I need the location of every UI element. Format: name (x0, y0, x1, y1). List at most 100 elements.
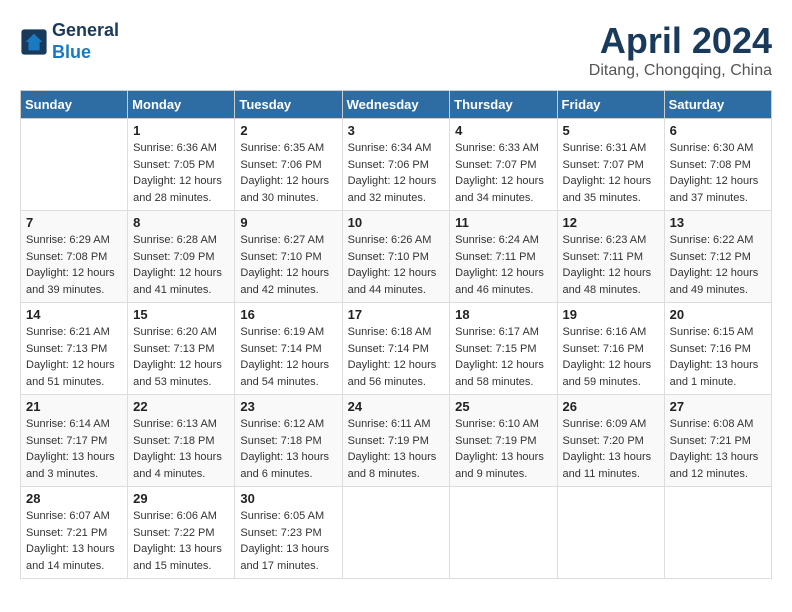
col-header-wednesday: Wednesday (342, 91, 450, 119)
day-cell: 9Sunrise: 6:27 AM Sunset: 7:10 PM Daylig… (235, 211, 342, 303)
day-number: 14 (26, 307, 122, 322)
day-cell: 3 Sunrise: 6:34 AM Sunset: 7:06 PM Daylig… (342, 119, 450, 211)
day-info: Sunrise: 6:21 AM Sunset: 7:13 PM Dayligh… (26, 324, 122, 390)
day-info: Sunrise: 6:22 AM Sunset: 7:12 PM Dayligh… (670, 232, 766, 298)
day-cell: 8 Sunrise: 6:28 AM Sunset: 7:09 PM Daylig… (128, 211, 235, 303)
day-info: Sunrise: 6:10 AM Sunset: 7:19 PM Dayligh… (455, 416, 551, 482)
title-block: April 2024 Ditang, Chongqing, China (589, 20, 772, 80)
day-number: 4 (455, 123, 551, 138)
day-cell (342, 487, 450, 579)
day-cell: 17 Sunrise: 6:18 AM Sunset: 7:14 PM Dayli… (342, 303, 450, 395)
day-cell (450, 487, 557, 579)
day-info: Sunrise: 6:20 AM Sunset: 7:13 PM Dayligh… (133, 324, 229, 390)
col-header-saturday: Saturday (664, 91, 771, 119)
day-info: Sunrise: 6:17 AM Sunset: 7:15 PM Dayligh… (455, 324, 551, 390)
day-cell (21, 119, 128, 211)
day-info: Sunrise: 6:09 AM Sunset: 7:20 PM Dayligh… (563, 416, 659, 482)
day-number: 21 (26, 399, 122, 414)
day-info: Sunrise: 6:27 AM Sunset: 7:10 PM Dayligh… (240, 232, 336, 298)
day-number: 15 (133, 307, 229, 322)
day-cell: 28Sunrise: 6:07 AM Sunset: 7:21 PM Dayli… (21, 487, 128, 579)
day-cell (557, 487, 664, 579)
day-cell: 22 Sunrise: 6:13 AM Sunset: 7:18 PM Dayli… (128, 395, 235, 487)
day-info: Sunrise: 6:36 AM Sunset: 7:05 PM Dayligh… (133, 140, 229, 206)
day-number: 19 (563, 307, 659, 322)
logo-text-line2: Blue (52, 42, 119, 64)
day-number: 10 (348, 215, 445, 230)
day-cell: 20Sunrise: 6:15 AM Sunset: 7:16 PM Dayli… (664, 303, 771, 395)
col-header-thursday: Thursday (450, 91, 557, 119)
day-number: 16 (240, 307, 336, 322)
logo-icon (20, 28, 48, 56)
day-info: Sunrise: 6:06 AM Sunset: 7:22 PM Dayligh… (133, 508, 229, 574)
day-info: Sunrise: 6:13 AM Sunset: 7:18 PM Dayligh… (133, 416, 229, 482)
day-number: 2 (240, 123, 336, 138)
day-cell: 24Sunrise: 6:11 AM Sunset: 7:19 PM Dayli… (342, 395, 450, 487)
location-subtitle: Ditang, Chongqing, China (589, 62, 772, 80)
day-cell: 2 Sunrise: 6:35 AM Sunset: 7:06 PM Daylig… (235, 119, 342, 211)
week-row-4: 21 Sunrise: 6:14 AM Sunset: 7:17 PM Dayli… (21, 395, 772, 487)
day-cell: 25 Sunrise: 6:10 AM Sunset: 7:19 PM Dayli… (450, 395, 557, 487)
day-cell: 13Sunrise: 6:22 AM Sunset: 7:12 PM Dayli… (664, 211, 771, 303)
day-info: Sunrise: 6:35 AM Sunset: 7:06 PM Dayligh… (240, 140, 336, 206)
day-info: Sunrise: 6:07 AM Sunset: 7:21 PM Dayligh… (26, 508, 122, 574)
day-cell: 10 Sunrise: 6:26 AM Sunset: 7:10 PM Dayli… (342, 211, 450, 303)
day-number: 7 (26, 215, 122, 230)
day-number: 25 (455, 399, 551, 414)
col-header-friday: Friday (557, 91, 664, 119)
day-info: Sunrise: 6:14 AM Sunset: 7:17 PM Dayligh… (26, 416, 122, 482)
day-cell: 16 Sunrise: 6:19 AM Sunset: 7:14 PM Dayli… (235, 303, 342, 395)
day-info: Sunrise: 6:30 AM Sunset: 7:08 PM Dayligh… (670, 140, 766, 206)
day-cell: 23 Sunrise: 6:12 AM Sunset: 7:18 PM Dayli… (235, 395, 342, 487)
col-header-tuesday: Tuesday (235, 91, 342, 119)
col-header-monday: Monday (128, 91, 235, 119)
day-cell: 26Sunrise: 6:09 AM Sunset: 7:20 PM Dayli… (557, 395, 664, 487)
month-title: April 2024 (589, 20, 772, 62)
day-info: Sunrise: 6:05 AM Sunset: 7:23 PM Dayligh… (240, 508, 336, 574)
day-info: Sunrise: 6:31 AM Sunset: 7:07 PM Dayligh… (563, 140, 659, 206)
day-number: 17 (348, 307, 445, 322)
day-cell: 27Sunrise: 6:08 AM Sunset: 7:21 PM Dayli… (664, 395, 771, 487)
day-cell: 7 Sunrise: 6:29 AM Sunset: 7:08 PM Daylig… (21, 211, 128, 303)
day-info: Sunrise: 6:19 AM Sunset: 7:14 PM Dayligh… (240, 324, 336, 390)
day-number: 30 (240, 491, 336, 506)
day-cell: 4 Sunrise: 6:33 AM Sunset: 7:07 PM Daylig… (450, 119, 557, 211)
day-cell (664, 487, 771, 579)
day-info: Sunrise: 6:12 AM Sunset: 7:18 PM Dayligh… (240, 416, 336, 482)
day-number: 12 (563, 215, 659, 230)
day-info: Sunrise: 6:24 AM Sunset: 7:11 PM Dayligh… (455, 232, 551, 298)
day-cell: 6 Sunrise: 6:30 AM Sunset: 7:08 PM Daylig… (664, 119, 771, 211)
logo: General Blue (20, 20, 119, 63)
week-row-2: 7 Sunrise: 6:29 AM Sunset: 7:08 PM Daylig… (21, 211, 772, 303)
col-header-sunday: Sunday (21, 91, 128, 119)
day-cell: 19 Sunrise: 6:16 AM Sunset: 7:16 PM Dayli… (557, 303, 664, 395)
day-cell: 21 Sunrise: 6:14 AM Sunset: 7:17 PM Dayli… (21, 395, 128, 487)
day-number: 6 (670, 123, 766, 138)
week-row-5: 28Sunrise: 6:07 AM Sunset: 7:21 PM Dayli… (21, 487, 772, 579)
day-info: Sunrise: 6:26 AM Sunset: 7:10 PM Dayligh… (348, 232, 445, 298)
week-row-3: 14 Sunrise: 6:21 AM Sunset: 7:13 PM Dayli… (21, 303, 772, 395)
day-info: Sunrise: 6:16 AM Sunset: 7:16 PM Dayligh… (563, 324, 659, 390)
day-number: 1 (133, 123, 229, 138)
day-info: Sunrise: 6:34 AM Sunset: 7:06 PM Dayligh… (348, 140, 445, 206)
day-cell: 11Sunrise: 6:24 AM Sunset: 7:11 PM Dayli… (450, 211, 557, 303)
day-cell: 18 Sunrise: 6:17 AM Sunset: 7:15 PM Dayli… (450, 303, 557, 395)
day-info: Sunrise: 6:33 AM Sunset: 7:07 PM Dayligh… (455, 140, 551, 206)
day-info: Sunrise: 6:18 AM Sunset: 7:14 PM Dayligh… (348, 324, 445, 390)
day-info: Sunrise: 6:23 AM Sunset: 7:11 PM Dayligh… (563, 232, 659, 298)
day-info: Sunrise: 6:08 AM Sunset: 7:21 PM Dayligh… (670, 416, 766, 482)
day-number: 24 (348, 399, 445, 414)
day-cell: 5Sunrise: 6:31 AM Sunset: 7:07 PM Daylig… (557, 119, 664, 211)
day-info: Sunrise: 6:29 AM Sunset: 7:08 PM Dayligh… (26, 232, 122, 298)
day-cell: 1 Sunrise: 6:36 AM Sunset: 7:05 PM Daylig… (128, 119, 235, 211)
day-number: 8 (133, 215, 229, 230)
day-number: 23 (240, 399, 336, 414)
day-cell: 14 Sunrise: 6:21 AM Sunset: 7:13 PM Dayli… (21, 303, 128, 395)
day-info: Sunrise: 6:28 AM Sunset: 7:09 PM Dayligh… (133, 232, 229, 298)
day-info: Sunrise: 6:15 AM Sunset: 7:16 PM Dayligh… (670, 324, 766, 390)
day-number: 3 (348, 123, 445, 138)
day-number: 18 (455, 307, 551, 322)
day-cell: 29Sunrise: 6:06 AM Sunset: 7:22 PM Dayli… (128, 487, 235, 579)
day-cell: 12 Sunrise: 6:23 AM Sunset: 7:11 PM Dayli… (557, 211, 664, 303)
day-number: 22 (133, 399, 229, 414)
